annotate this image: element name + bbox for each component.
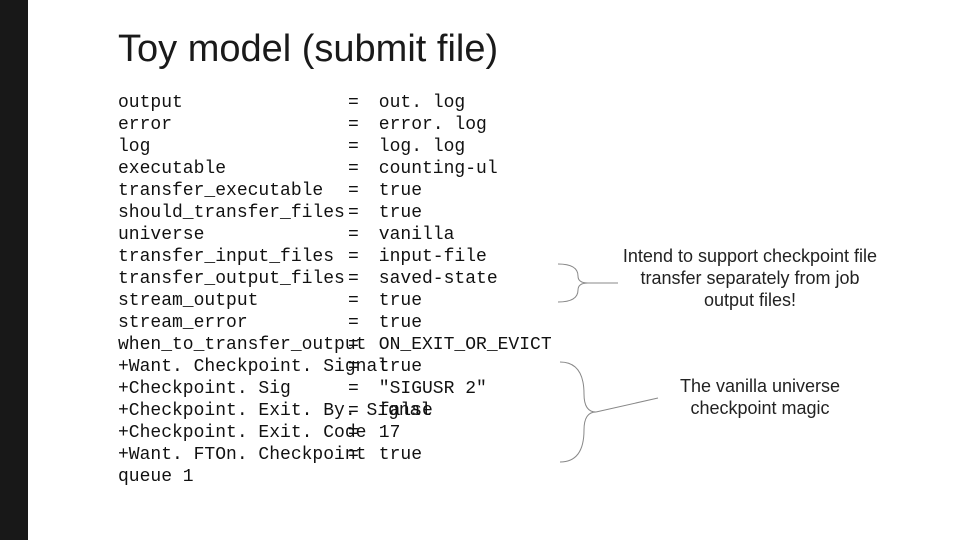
annotation-vanilla-magic: The vanilla universe checkpoint magic [660,375,860,419]
equals-sign: = [348,422,368,444]
submit-key: log [118,136,348,158]
equals-sign: = [348,114,368,136]
submit-value: out. log [368,92,465,114]
equals-sign: = [348,92,368,114]
submit-value: true [368,356,422,378]
submit-key: stream_output [118,290,348,312]
submit-value: vanilla [368,224,454,246]
annotation-checkpoint-transfer: Intend to support checkpoint file transf… [620,245,880,311]
submit-value: true [368,202,422,224]
submit-line: +Want. FTOn. Checkpoint= true [118,444,552,466]
submit-value: true [368,444,422,466]
submit-line: universe= vanilla [118,224,552,246]
equals-sign: = [348,312,368,334]
equals-sign: = [348,290,368,312]
submit-line: should_transfer_files= true [118,202,552,224]
submit-key: error [118,114,348,136]
submit-key: executable [118,158,348,180]
equals-sign: = [348,136,368,158]
submit-line: log= log. log [118,136,552,158]
submit-key: universe [118,224,348,246]
equals-sign: = [348,334,368,356]
submit-value: log. log [368,136,465,158]
brace-icon [558,258,620,308]
submit-key: output [118,92,348,114]
submit-line: executable= counting-ul [118,158,552,180]
submit-value: true [368,312,422,334]
slide: Toy model (submit file) output= out. log… [0,0,960,540]
equals-sign: = [348,202,368,224]
submit-line: stream_output= true [118,290,552,312]
equals-sign: = [348,444,368,466]
submit-key: +Want. FTOn. Checkpoint [118,444,348,466]
submit-key: transfer_output_files [118,268,348,290]
brace-icon [560,354,660,474]
submit-value: false [368,400,433,422]
equals-sign: = [348,158,368,180]
equals-sign: = [348,224,368,246]
submit-line: stream_error= true [118,312,552,334]
submit-value: input-file [368,246,487,268]
submit-value: "SIGUSR 2" [368,378,487,400]
left-accent-bar [0,0,28,540]
equals-sign: = [348,356,368,378]
submit-key: +Checkpoint. Exit. By. Signal [118,400,348,422]
submit-key: +Want. Checkpoint. Signal [118,356,348,378]
submit-line: when_to_transfer_output= ON_EXIT_OR_EVIC… [118,334,552,356]
submit-key: +Checkpoint. Exit. Code [118,422,348,444]
submit-key: transfer_input_files [118,246,348,268]
submit-value: counting-ul [368,158,498,180]
equals-sign: = [348,268,368,290]
submit-key: should_transfer_files [118,202,348,224]
equals-sign: = [348,378,368,400]
equals-sign: = [348,246,368,268]
submit-line: error= error. log [118,114,552,136]
submit-value: error. log [368,114,487,136]
submit-key: transfer_executable [118,180,348,202]
slide-title: Toy model (submit file) [118,28,498,71]
submit-line: transfer_output_files= saved-state [118,268,552,290]
submit-value: true [368,180,422,202]
submit-line: transfer_input_files= input-file [118,246,552,268]
submit-key: when_to_transfer_output [118,334,348,356]
submit-line: +Checkpoint. Sig= "SIGUSR 2" [118,378,552,400]
submit-value: true [368,290,422,312]
submit-line: transfer_executable= true [118,180,552,202]
submit-value: saved-state [368,268,498,290]
submit-line: +Checkpoint. Exit. By. Signal= false [118,400,552,422]
submit-value: ON_EXIT_OR_EVICT [368,334,552,356]
submit-key: stream_error [118,312,348,334]
submit-queue-line: queue 1 [118,466,552,488]
submit-line: +Want. Checkpoint. Signal= true [118,356,552,378]
submit-line: output= out. log [118,92,552,114]
submit-file-block: output= out. logerror= error. loglog= lo… [118,92,552,488]
submit-key: +Checkpoint. Sig [118,378,348,400]
equals-sign: = [348,400,368,422]
equals-sign: = [348,180,368,202]
submit-value: 17 [368,422,400,444]
submit-line: +Checkpoint. Exit. Code= 17 [118,422,552,444]
